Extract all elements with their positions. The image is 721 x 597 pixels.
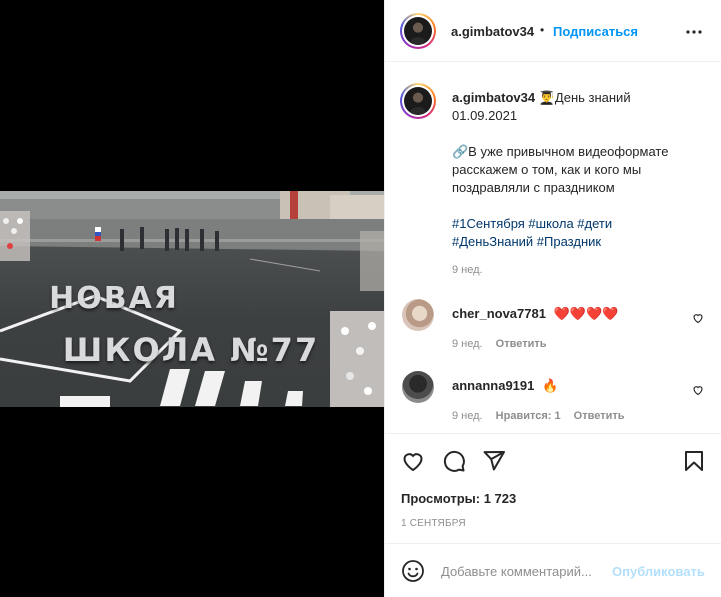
comments-section[interactable]: a.gimbatov34 👨‍🎓День знаний 01.09.2021 🔗… — [385, 63, 721, 433]
more-horizontal-icon[interactable] — [682, 20, 706, 44]
caption-hashtags-line1[interactable]: #1Сентября #школа #дети — [452, 215, 707, 233]
comment-body: ❤️❤️❤️❤️ — [553, 306, 619, 321]
caption-hashtags-line2[interactable]: #ДеньЗнаний #Праздник — [452, 233, 707, 251]
caption-line5: поздравляли с праздником — [452, 180, 615, 195]
video-title-line1: НОВАЯ — [49, 281, 179, 316]
post-media[interactable]: НОВАЯ ШКОЛА №77 — [0, 0, 384, 597]
comment-item: annanna9191 🔥 9 нед. Нравится: 1 Ответит… — [385, 371, 721, 431]
post-comment-button[interactable]: Опубликовать — [612, 564, 705, 579]
comment-like-heart-icon[interactable] — [692, 384, 704, 396]
caption-line1: 👨‍🎓День знаний — [538, 90, 631, 105]
caption-text: a.gimbatov34 👨‍🎓День знаний 01.09.2021 🔗… — [452, 89, 707, 251]
commenter-avatar[interactable] — [402, 371, 434, 403]
caption-author-avatar[interactable] — [400, 83, 436, 119]
caption-line2: 01.09.2021 — [452, 108, 518, 123]
comment-input[interactable] — [441, 561, 606, 581]
comment-bubble-icon[interactable] — [442, 449, 466, 473]
post-actions: Просмотры: 1 723 1 СЕНТЯБРЯ — [385, 433, 721, 543]
comment-text: annanna9191 🔥 — [452, 378, 558, 394]
follow-button[interactable]: Подписаться — [553, 24, 638, 39]
commenter-username[interactable]: annanna9191 — [452, 378, 534, 393]
comment-meta: 9 нед. Нравится: 1 Ответить — [452, 410, 635, 422]
post-header: a.gimbatov34 • Подписаться — [385, 0, 721, 62]
caption-username[interactable]: a.gimbatov34 — [452, 90, 535, 105]
commenter-username[interactable]: cher_nova7781 — [452, 306, 546, 321]
paper-plane-icon[interactable] — [482, 449, 506, 473]
post-side-panel: a.gimbatov34 • Подписаться a.gimbatov34 … — [384, 0, 721, 597]
caption-time[interactable]: 9 нед. — [452, 264, 483, 276]
comment-time[interactable]: 9 нед. — [452, 338, 483, 350]
views-count[interactable]: Просмотры: 1 723 — [401, 491, 516, 506]
emoji-smile-icon[interactable] — [401, 559, 425, 583]
caption-line4: расскажем о том, как и кого мы — [452, 162, 642, 177]
reply-button[interactable]: Ответить — [574, 410, 625, 422]
separator-dot: • — [540, 23, 545, 37]
add-comment-bar: Опубликовать — [385, 543, 721, 597]
comment-text: cher_nova7781 ❤️❤️❤️❤️ — [452, 306, 618, 322]
commenter-avatar[interactable] — [402, 299, 434, 331]
comment-item: cher_nova7781 ❤️❤️❤️❤️ 9 нед. Ответить — [385, 299, 721, 359]
author-avatar[interactable] — [400, 13, 436, 49]
author-username[interactable]: a.gimbatov34 — [451, 24, 534, 39]
comment-meta: 9 нед. Ответить — [452, 338, 557, 350]
comment-like-heart-icon[interactable] — [692, 312, 704, 324]
bookmark-icon[interactable] — [682, 449, 706, 473]
video-player[interactable]: НОВАЯ ШКОЛА №77 — [0, 191, 384, 407]
instagram-post: НОВАЯ ШКОЛА №77 a.gimbatov34 • Подписать… — [0, 0, 721, 597]
comment-time[interactable]: 9 нед. — [452, 410, 483, 422]
caption-meta: 9 нед. — [452, 264, 493, 276]
comment-body: 🔥 — [542, 378, 559, 393]
heart-icon[interactable] — [401, 449, 425, 473]
caption-line3: 🔗В уже привычном видеоформате — [452, 144, 669, 159]
post-date[interactable]: 1 СЕНТЯБРЯ — [401, 518, 466, 529]
caption-author-photo — [404, 87, 432, 115]
author-photo — [404, 17, 432, 45]
video-title-line2: ШКОЛА №77 — [62, 331, 320, 369]
comment-likes[interactable]: Нравится: 1 — [496, 410, 561, 422]
reply-button[interactable]: Ответить — [496, 338, 547, 350]
